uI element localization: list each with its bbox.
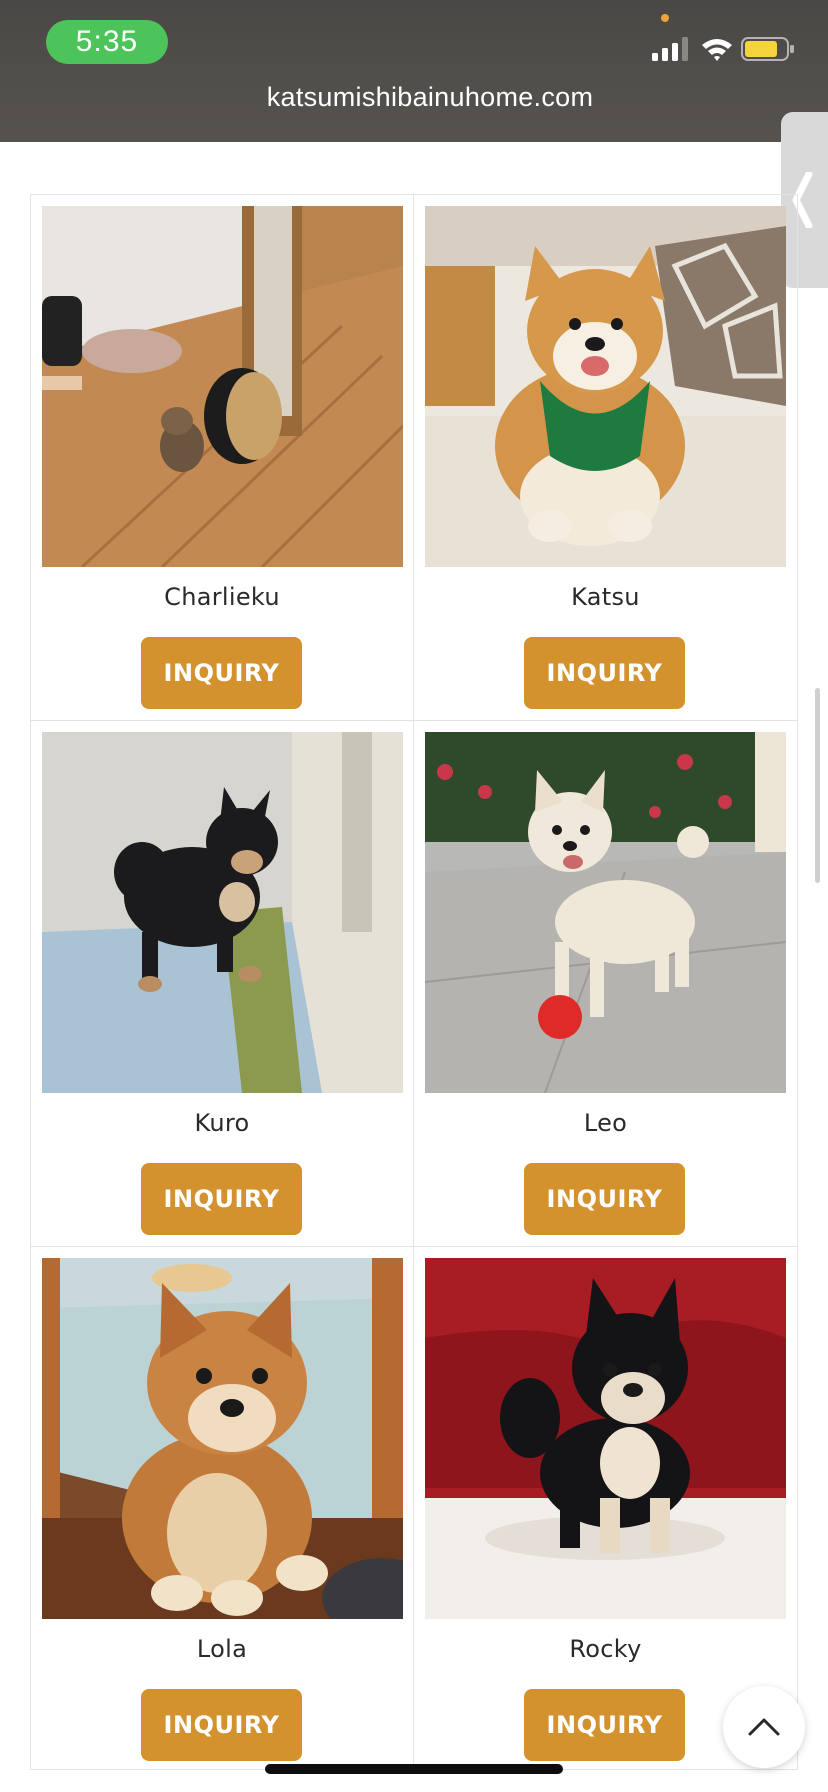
puppy-photo-lola[interactable] <box>42 1258 403 1619</box>
puppy-name: Lola <box>196 1635 248 1663</box>
puppy-photo-charlieku[interactable] <box>42 206 403 567</box>
page-scrollbar[interactable] <box>815 688 820 883</box>
battery-icon <box>741 37 794 61</box>
inquiry-button[interactable]: INQUIRY <box>524 1163 685 1235</box>
status-time: 5:35 <box>46 20 168 64</box>
address-bar-url[interactable]: katsumishibainuhome.com <box>0 82 828 113</box>
puppy-name: Charlieku <box>164 583 280 611</box>
puppy-photo-leo[interactable] <box>425 732 786 1093</box>
inquiry-button[interactable]: INQUIRY <box>141 637 302 709</box>
chevron-up-icon <box>748 1718 780 1736</box>
wifi-icon <box>702 39 732 61</box>
inquiry-button[interactable]: INQUIRY <box>141 1163 302 1235</box>
back-to-top-button[interactable] <box>723 1686 805 1768</box>
puppy-card: Charlieku INQUIRY <box>31 195 414 721</box>
puppy-card: Leo INQUIRY <box>414 721 797 1247</box>
browser-top-bar: 5:35 katsumishibainuhome.com <box>0 0 828 142</box>
puppy-card: Lola INQUIRY <box>31 1247 414 1771</box>
puppy-card: Katsu INQUIRY <box>414 195 797 721</box>
inquiry-button[interactable]: INQUIRY <box>524 637 685 709</box>
cellular-signal-icon <box>652 37 688 61</box>
puppy-name: Katsu <box>571 583 640 611</box>
puppy-photo-rocky[interactable] <box>425 1258 786 1619</box>
inquiry-button[interactable]: INQUIRY <box>524 1689 685 1761</box>
puppy-name: Kuro <box>194 1109 250 1137</box>
home-indicator <box>265 1764 563 1774</box>
inquiry-button[interactable]: INQUIRY <box>141 1689 302 1761</box>
puppy-photo-katsu[interactable] <box>425 206 786 567</box>
puppy-card: Kuro INQUIRY <box>31 721 414 1247</box>
puppy-photo-kuro[interactable] <box>42 732 403 1093</box>
puppy-grid: Charlieku INQUIRY Katsu INQUIRY Kuro INQ… <box>30 194 798 1771</box>
privacy-indicator-dot <box>661 14 669 22</box>
puppy-name: Leo <box>583 1109 628 1137</box>
puppy-name: Rocky <box>569 1635 642 1663</box>
